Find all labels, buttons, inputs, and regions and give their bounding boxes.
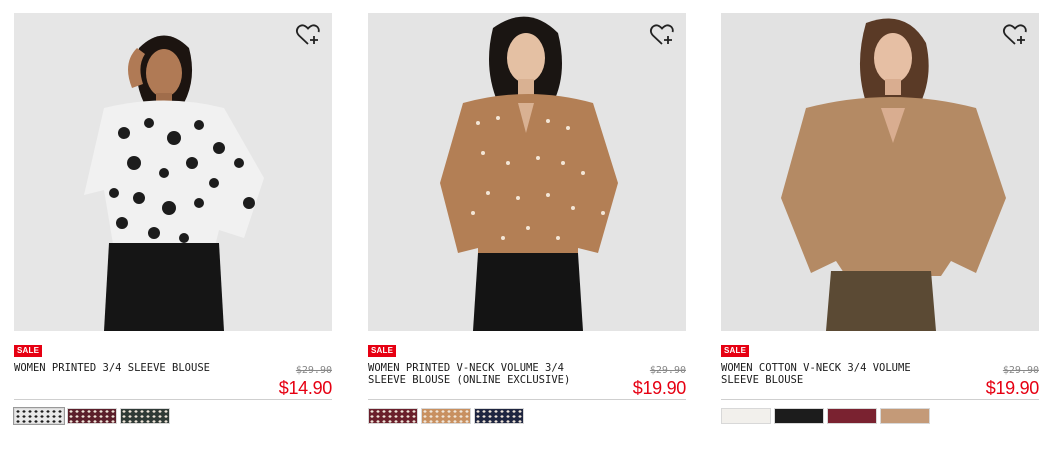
sale-price: $19.90	[632, 378, 687, 398]
color-swatch[interactable]	[721, 408, 771, 424]
model-photo	[721, 13, 1039, 331]
heart-plus-icon	[1002, 24, 1027, 45]
product-card[interactable]: SALE WOMEN PRINTED 3/4 SLEEVE BLOUSE $29…	[14, 13, 332, 398]
model-photo	[368, 13, 686, 331]
color-swatch[interactable]	[774, 408, 824, 424]
color-swatch[interactable]	[474, 408, 524, 424]
product-image[interactable]	[721, 13, 1039, 331]
product-name[interactable]: WOMEN PRINTED 3/4 SLEEVE BLOUSE	[14, 362, 234, 375]
heart-plus-icon	[295, 24, 320, 45]
product-name[interactable]: WOMEN COTTON V-NECK 3/4 VOLUME SLEEVE BL…	[721, 362, 941, 386]
color-swatch[interactable]	[421, 408, 471, 424]
color-swatch[interactable]	[67, 408, 117, 424]
original-price: $29.90	[295, 365, 332, 376]
product-name[interactable]: WOMEN PRINTED V-NECK VOLUME 3/4 SLEEVE B…	[368, 362, 588, 386]
wishlist-button[interactable]	[1002, 23, 1028, 47]
color-swatch[interactable]	[880, 408, 930, 424]
divider	[368, 399, 686, 400]
sale-badge: SALE	[14, 345, 43, 357]
sale-badge: SALE	[721, 345, 750, 357]
product-image[interactable]	[14, 13, 332, 331]
wishlist-button[interactable]	[295, 23, 321, 47]
color-swatches	[13, 407, 170, 425]
heart-plus-icon	[649, 24, 674, 45]
model-photo	[14, 13, 332, 331]
original-price: $29.90	[1002, 365, 1039, 376]
color-swatches	[368, 408, 524, 424]
color-swatches	[721, 408, 930, 424]
original-price: $29.90	[649, 365, 686, 376]
product-card[interactable]: SALE WOMEN PRINTED V-NECK VOLUME 3/4 SLE…	[368, 13, 686, 398]
sale-price: $19.90	[985, 378, 1040, 398]
color-swatch[interactable]	[13, 407, 65, 425]
sale-price: $14.90	[278, 378, 333, 398]
divider	[14, 399, 332, 400]
product-image[interactable]	[368, 13, 686, 331]
divider	[721, 399, 1039, 400]
color-swatch[interactable]	[368, 408, 418, 424]
wishlist-button[interactable]	[649, 23, 675, 47]
color-swatch[interactable]	[827, 408, 877, 424]
product-card[interactable]: SALE WOMEN COTTON V-NECK 3/4 VOLUME SLEE…	[721, 13, 1039, 398]
color-swatch[interactable]	[120, 408, 170, 424]
sale-badge: SALE	[368, 345, 397, 357]
